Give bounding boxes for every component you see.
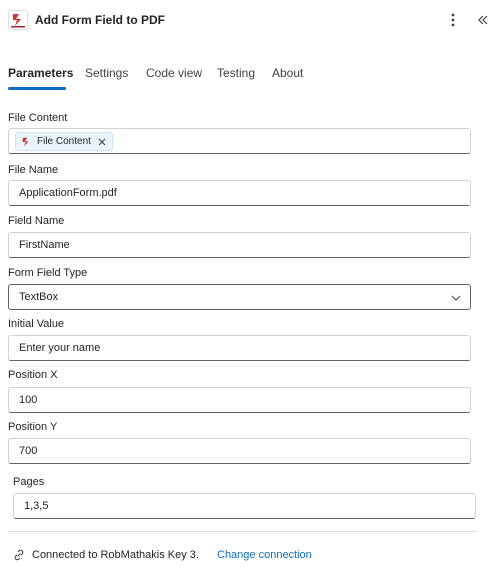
field-name-value: FirstName: [19, 239, 70, 251]
chevron-down-icon: [451, 295, 461, 301]
field-name-label: Field Name: [8, 215, 65, 227]
pdf-app-logo-icon: [8, 10, 28, 30]
initial-value-input[interactable]: Enter your name: [8, 335, 471, 361]
initial-value-value: Enter your name: [19, 342, 101, 354]
connection-link-icon: [12, 548, 26, 562]
field-name-input[interactable]: FirstName: [8, 232, 471, 258]
tab-bar: Parameters Settings Code view Testing Ab…: [0, 62, 494, 92]
connection-status-text: Connected to RobMathakis Key 3.: [32, 549, 199, 561]
tab-parameters[interactable]: Parameters: [8, 66, 73, 80]
file-content-input[interactable]: File Content: [8, 128, 471, 154]
file-content-label: File Content: [8, 112, 68, 124]
tab-settings[interactable]: Settings: [85, 66, 128, 80]
position-x-value: 100: [19, 394, 38, 406]
more-options-button[interactable]: [444, 10, 462, 30]
file-name-input[interactable]: ApplicationForm.pdf: [8, 180, 471, 206]
page-title: Add Form Field to PDF: [35, 13, 165, 27]
pages-input[interactable]: 1,3,5: [13, 493, 476, 519]
position-y-label: Position Y: [8, 421, 58, 433]
position-y-value: 700: [19, 445, 38, 457]
form-field-type-dropdown[interactable]: TextBox: [8, 284, 471, 310]
file-name-label: File Name: [8, 164, 59, 176]
tab-testing[interactable]: Testing: [217, 66, 255, 80]
pdf-app-logo-icon: [22, 137, 29, 146]
file-content-token[interactable]: File Content: [15, 132, 113, 151]
pages-value: 1,3,5: [24, 500, 49, 512]
initial-value-label: Initial Value: [8, 318, 65, 330]
close-icon: [98, 138, 106, 145]
pages-label: Pages: [13, 476, 45, 488]
position-x-input[interactable]: 100: [8, 387, 471, 413]
tab-about[interactable]: About: [272, 66, 303, 80]
panel-header: Add Form Field to PDF: [0, 0, 494, 40]
remove-token-button[interactable]: [97, 137, 107, 147]
tab-code-view[interactable]: Code view: [146, 66, 202, 80]
position-y-input[interactable]: 700: [8, 438, 471, 464]
token-label: File Content: [37, 136, 91, 147]
more-vertical-icon: [451, 13, 455, 27]
position-x-label: Position X: [8, 369, 58, 381]
collapse-panel-button[interactable]: [474, 10, 492, 30]
active-tab-indicator: [8, 87, 66, 90]
change-connection-link[interactable]: Change connection: [217, 549, 312, 561]
footer-divider: [8, 531, 478, 532]
double-chevron-left-icon: [478, 15, 488, 25]
file-name-value: ApplicationForm.pdf: [19, 187, 117, 199]
form-field-type-value: TextBox: [19, 291, 59, 303]
form-field-type-label: Form Field Type: [8, 267, 88, 279]
